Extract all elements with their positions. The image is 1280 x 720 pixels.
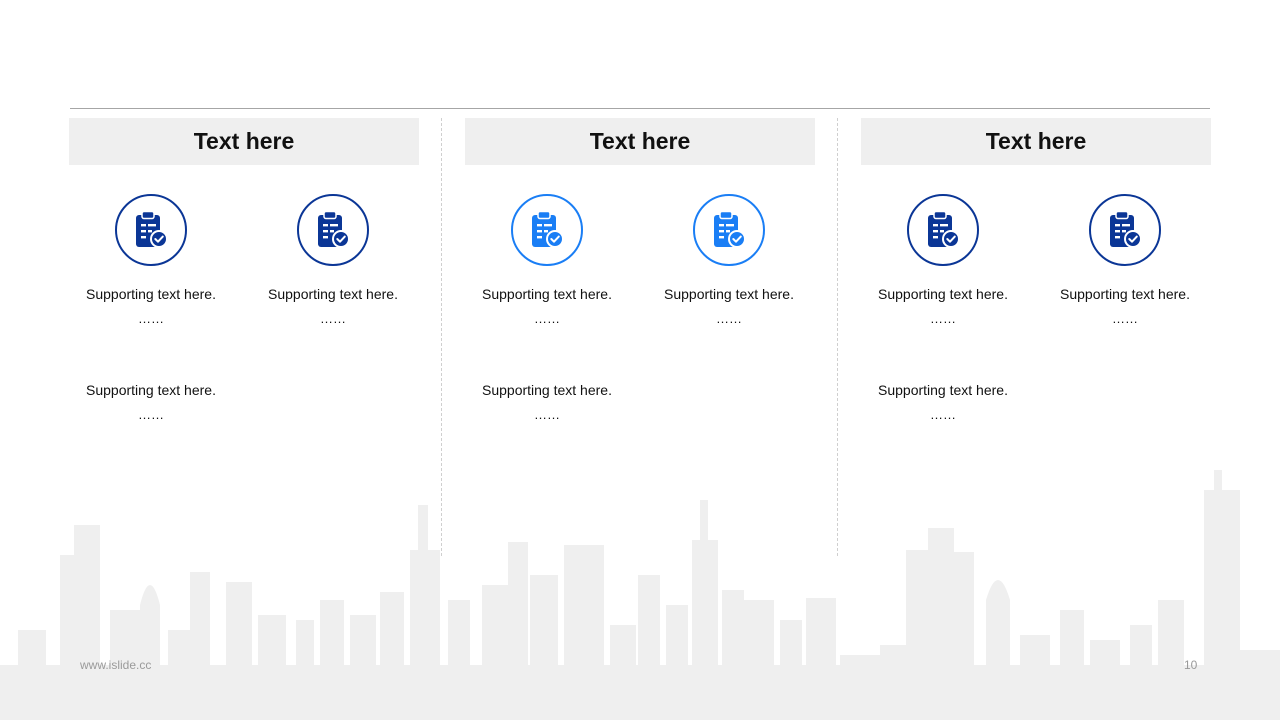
top-rule [70, 108, 1210, 109]
ellipsis-text: …… [930, 311, 956, 326]
column-2: Text here Supporting text here. …… Suppo… [465, 118, 815, 448]
ellipsis-text: …… [930, 407, 956, 422]
supporting-text: Supporting text here. [86, 382, 216, 398]
ellipsis-text: …… [534, 407, 560, 422]
page-number: 10 [1184, 658, 1198, 672]
ellipsis-text: …… [534, 311, 560, 326]
ellipsis-text: …… [138, 407, 164, 422]
clipboard-check-icon [318, 210, 350, 248]
ellipsis-text: …… [1112, 311, 1138, 326]
supporting-text-block: Supporting text here. …… [71, 382, 231, 422]
icon-circle [511, 194, 583, 266]
supporting-text-block: Supporting text here. …… [863, 382, 1023, 422]
clipboard-check-icon [1110, 210, 1142, 248]
ellipsis-text: …… [320, 311, 346, 326]
feature-item: Supporting text here. …… [649, 194, 809, 326]
clipboard-check-icon [928, 210, 960, 248]
feature-item: Supporting text here. …… [253, 194, 413, 326]
clipboard-check-icon [532, 210, 564, 248]
icon-circle [115, 194, 187, 266]
column-header: Text here [861, 118, 1211, 165]
supporting-text: Supporting text here. [878, 382, 1008, 398]
ellipsis-text: …… [138, 311, 164, 326]
supporting-text: Supporting text here. [664, 286, 794, 302]
supporting-text: Supporting text here. [86, 286, 216, 302]
icon-circle [1089, 194, 1161, 266]
supporting-text: Supporting text here. [482, 382, 612, 398]
column-3: Text here Supporting text here. …… Suppo… [861, 118, 1211, 448]
icon-circle [297, 194, 369, 266]
supporting-text: Supporting text here. [268, 286, 398, 302]
column-1: Text here Supporting text here. …… Suppo… [69, 118, 419, 448]
supporting-text: Supporting text here. [1060, 286, 1190, 302]
footer-url: www.islide.cc [80, 658, 152, 672]
city-skyline-background [0, 470, 1280, 720]
column-header: Text here [465, 118, 815, 165]
supporting-text: Supporting text here. [482, 286, 612, 302]
feature-item: Supporting text here. …… [1045, 194, 1205, 326]
clipboard-check-icon [136, 210, 168, 248]
supporting-text-block: Supporting text here. …… [467, 382, 627, 422]
clipboard-check-icon [714, 210, 746, 248]
column-header: Text here [69, 118, 419, 165]
supporting-text: Supporting text here. [878, 286, 1008, 302]
feature-item: Supporting text here. …… [863, 194, 1023, 326]
ellipsis-text: …… [716, 311, 742, 326]
icon-circle [907, 194, 979, 266]
feature-item: Supporting text here. …… [467, 194, 627, 326]
icon-circle [693, 194, 765, 266]
feature-item: Supporting text here. …… [71, 194, 231, 326]
